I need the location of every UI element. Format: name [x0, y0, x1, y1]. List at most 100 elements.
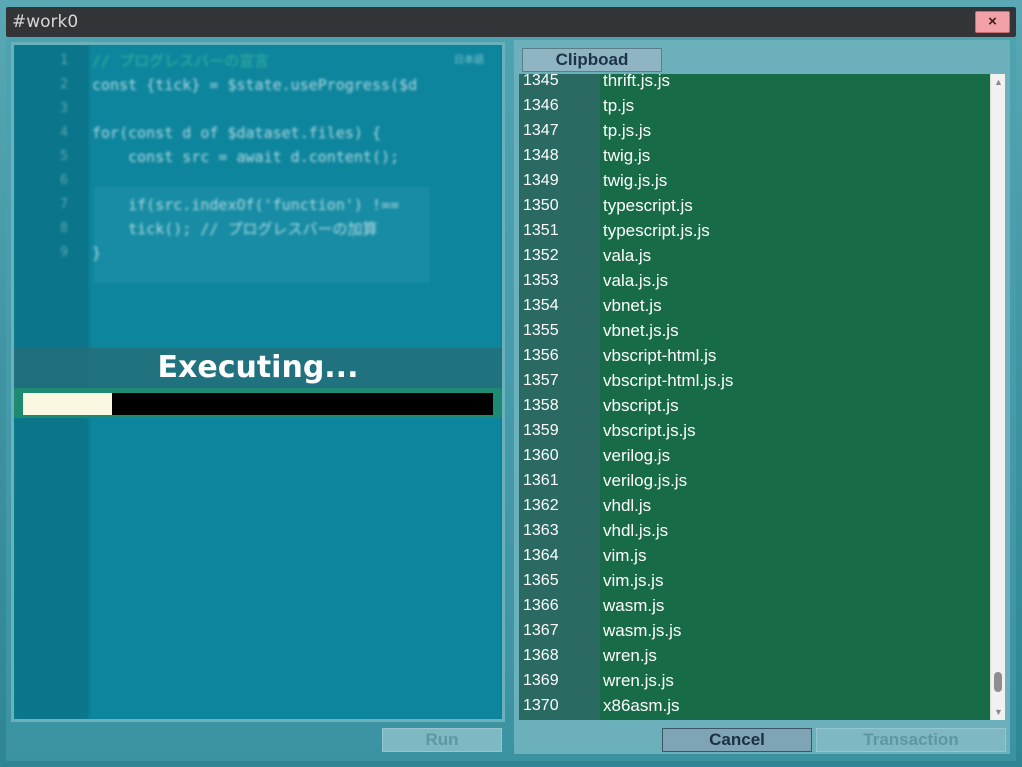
- list-item[interactable]: 1363 vhdl.js.js: [519, 518, 990, 543]
- row-number: 1361: [523, 472, 559, 489]
- row-filename: verilog.js.js: [603, 471, 688, 490]
- row-number: 1369: [523, 672, 559, 689]
- scroll-thumb[interactable]: [994, 672, 1002, 693]
- row-filename: typescript.js.js: [603, 221, 710, 240]
- row-filename: twig.js: [603, 146, 651, 165]
- row-number: 1366: [523, 597, 559, 614]
- row-number: 1346: [523, 97, 559, 114]
- list-item[interactable]: 1347 tp.js.js: [519, 118, 990, 143]
- line-number: 4: [60, 125, 68, 140]
- code-line: 1 // プログレスバーの宣言: [14, 49, 502, 73]
- title-bar: #work0 ×: [6, 7, 1016, 37]
- row-filename: vala.js.js: [603, 271, 669, 290]
- code-line: 7 if(src.indexOf('function') !==: [14, 193, 502, 217]
- list-item[interactable]: 1352 vala.js: [519, 243, 990, 268]
- row-filename: vbscript-html.js: [603, 346, 717, 365]
- code-text: for(const d of $dataset.files) {: [92, 124, 381, 142]
- code-text: const {tick} = $state.useProgress($d: [92, 76, 418, 94]
- list-item[interactable]: 1354 vbnet.js: [519, 293, 990, 318]
- row-filename: vbscript.js.js: [603, 421, 696, 440]
- code-panel: 日本語 1// プログレスバーの宣言 2 const {tick} = $state…: [11, 42, 505, 722]
- vertical-scrollbar[interactable]: ▲ ▼: [990, 74, 1005, 720]
- row-filename: wasm.js.js: [603, 621, 682, 640]
- row-filename: twig.js.js: [603, 171, 668, 190]
- list-item[interactable]: 1350 typescript.js: [519, 193, 990, 218]
- result-list[interactable]: 1345 thrift.js.js 1346 tp.js 1347 tp.js.js 134…: [519, 74, 1005, 720]
- list-item[interactable]: 1353 vala.js.js: [519, 268, 990, 293]
- row-number: 1363: [523, 522, 559, 539]
- row-filename: vala.js: [603, 246, 652, 265]
- row-number: 1350: [523, 197, 559, 214]
- list-item[interactable]: 1351 typescript.js.js: [519, 218, 990, 243]
- window-body: 日本語 1// プログレスバーの宣言 2 const {tick} = $state…: [6, 37, 1016, 761]
- scroll-down-icon[interactable]: ▼: [993, 706, 1004, 718]
- row-filename: wasm.js: [603, 596, 665, 615]
- code-text: }: [92, 244, 102, 262]
- line-number: 8: [60, 221, 68, 236]
- list-item[interactable]: 1345 thrift.js.js: [519, 74, 990, 93]
- row-number: 1364: [523, 547, 559, 564]
- cancel-button[interactable]: Cancel: [662, 728, 812, 752]
- progress-fill: [23, 393, 113, 415]
- list-item[interactable]: 1362 vhdl.js: [519, 493, 990, 518]
- list-item[interactable]: 1346 tp.js: [519, 93, 990, 118]
- transaction-button[interactable]: Transaction: [816, 728, 1006, 752]
- row-filename: tp.js.js: [603, 121, 652, 140]
- result-rows: 1345 thrift.js.js 1346 tp.js 1347 tp.js.js 134…: [519, 74, 990, 718]
- list-item[interactable]: 1368 wren.js: [519, 643, 990, 668]
- row-number: 1356: [523, 347, 559, 364]
- code-line: 6: [14, 169, 502, 193]
- row-filename: wren.js.js: [603, 671, 674, 690]
- code-editor: 日本語 1// プログレスバーの宣言 2 const {tick} = $state…: [14, 45, 502, 719]
- row-number: 1357: [523, 372, 559, 389]
- row-filename: typescript.js: [603, 196, 693, 215]
- list-item[interactable]: 1365 vim.js.js: [519, 568, 990, 593]
- list-item[interactable]: 1361 verilog.js.js: [519, 468, 990, 493]
- line-number: 3: [60, 101, 68, 116]
- row-filename: x86asm.js: [603, 696, 680, 715]
- list-item[interactable]: 1367 wasm.js.js: [519, 618, 990, 643]
- row-number: 1362: [523, 497, 559, 514]
- clipboard-button[interactable]: Clipboad: [522, 48, 662, 72]
- row-filename: vbnet.js.js: [603, 321, 679, 340]
- line-number: 7: [60, 197, 68, 212]
- row-filename: vim.js.js: [603, 571, 664, 590]
- row-number: 1347: [523, 122, 559, 139]
- row-filename: tp.js: [603, 96, 635, 115]
- code-text: tick(); // プログレスバーの加算: [92, 220, 378, 238]
- line-number: 2: [60, 77, 68, 92]
- list-item[interactable]: 1369 wren.js.js: [519, 668, 990, 693]
- code-text: // プログレスバーの宣言: [92, 52, 270, 70]
- output-panel: Clipboad 1345 thrift.js.js 1346 tp.js 1347 tp…: [514, 40, 1010, 754]
- list-item[interactable]: 1359 vbscript.js.js: [519, 418, 990, 443]
- list-item[interactable]: 1349 twig.js.js: [519, 168, 990, 193]
- list-item[interactable]: 1355 vbnet.js.js: [519, 318, 990, 343]
- close-button[interactable]: ×: [975, 11, 1010, 33]
- row-number: 1368: [523, 647, 559, 664]
- list-item[interactable]: 1348 twig.js: [519, 143, 990, 168]
- list-item[interactable]: 1370 x86asm.js: [519, 693, 990, 718]
- row-filename: vhdl.js.js: [603, 521, 669, 540]
- row-filename: vbscript-html.js.js: [603, 371, 734, 390]
- list-item[interactable]: 1366 wasm.js: [519, 593, 990, 618]
- line-number: 5: [60, 149, 68, 164]
- list-item[interactable]: 1360 verilog.js: [519, 443, 990, 468]
- code-line: 4 for(const d of $dataset.files) {: [14, 121, 502, 145]
- row-number: 1365: [523, 572, 559, 589]
- list-item[interactable]: 1356 vbscript-html.js: [519, 343, 990, 368]
- line-number: 9: [60, 245, 68, 260]
- line-number: 1: [60, 53, 68, 68]
- run-button[interactable]: Run: [382, 728, 502, 752]
- row-number: 1359: [523, 422, 559, 439]
- code-line: 5 const src = await d.content();: [14, 145, 502, 169]
- row-number: 1360: [523, 447, 559, 464]
- scroll-up-icon[interactable]: ▲: [993, 76, 1004, 88]
- row-number: 1367: [523, 622, 559, 639]
- list-item[interactable]: 1357 vbscript-html.js.js: [519, 368, 990, 393]
- progress-container: [14, 388, 502, 418]
- code-text: const src = await d.content();: [92, 148, 400, 166]
- list-item[interactable]: 1358 vbscript.js: [519, 393, 990, 418]
- row-filename: vbscript.js: [603, 396, 679, 415]
- list-item[interactable]: 1364 vim.js: [519, 543, 990, 568]
- row-number: 1349: [523, 172, 559, 189]
